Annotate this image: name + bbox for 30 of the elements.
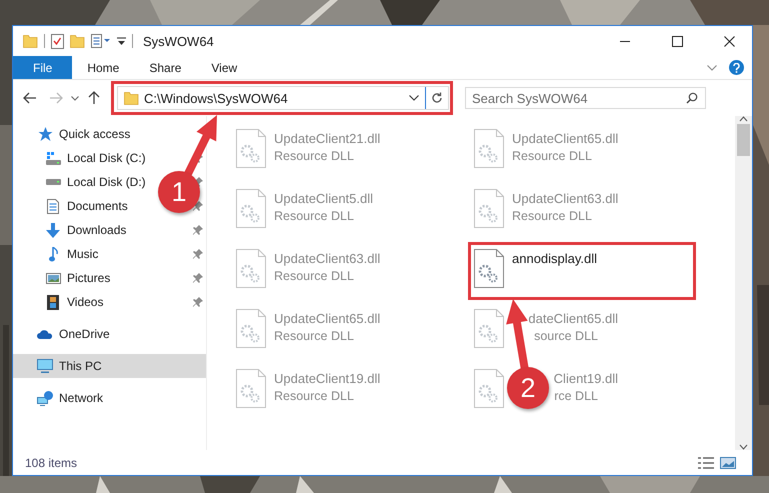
file-type: Resource DLL [274, 149, 354, 163]
address-path: C:\Windows\SysWOW64 [144, 90, 288, 106]
file-type: Resource DLL [274, 389, 354, 403]
file-type: Resource DLL [274, 269, 354, 283]
window-title: SysWOW64 [143, 34, 215, 48]
file-type: Resource DLL [274, 209, 354, 223]
nav-item[interactable]: Videos [45, 294, 104, 310]
address-bar[interactable]: C:\Windows\SysWOW64 [117, 86, 449, 110]
file-name[interactable]: annodisplay.dll [512, 251, 598, 266]
file-type: Resource DLL [512, 149, 592, 163]
nav-item[interactable]: Local Disk (C:) [45, 151, 146, 165]
ribbon-tab[interactable]: Share [134, 56, 196, 79]
search-field[interactable]: Search SysWOW64 [465, 87, 706, 109]
file-menu-button[interactable]: File [13, 56, 72, 79]
nav-item[interactable]: Network [37, 390, 104, 406]
nav-item[interactable]: Downloads [45, 222, 126, 238]
nav-item[interactable]: Quick access [37, 127, 130, 141]
nav-item[interactable]: Documents [45, 198, 128, 214]
nav-item[interactable]: OneDrive [37, 327, 110, 341]
nav-item[interactable]: This PC [37, 359, 102, 373]
nav-item[interactable]: Pictures [45, 271, 110, 285]
item-count: 108 items [25, 456, 78, 470]
file-type: rce DLL [554, 389, 598, 403]
file-type: Resource DLL [274, 329, 354, 343]
ribbon-tab[interactable]: Home [72, 56, 134, 79]
nav-item[interactable]: Music [45, 246, 98, 262]
ribbon-tab[interactable]: View [196, 56, 252, 79]
file-type: Resource DLL [512, 209, 592, 223]
nav-item[interactable]: Local Disk (D:) [45, 175, 146, 189]
file-type: source DLL [534, 329, 598, 343]
